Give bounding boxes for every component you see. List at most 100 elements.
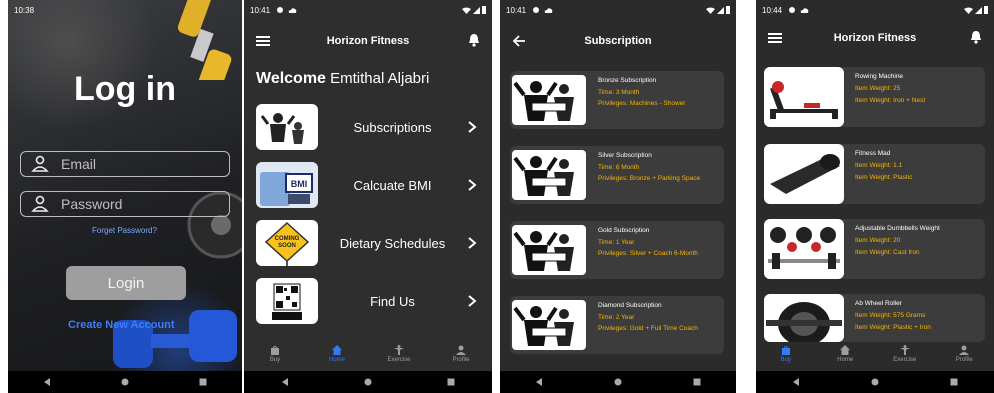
- cloud-icon: [544, 8, 553, 13]
- menu-item-subscriptions[interactable]: Subscriptions: [256, 104, 481, 150]
- bell-icon[interactable]: [970, 30, 982, 44]
- product-card-rowing-machine[interactable]: Rowing Machine Item Weight: 25 Item Weig…: [764, 67, 985, 127]
- bell-icon[interactable]: [468, 33, 480, 47]
- tab-home[interactable]: Home: [825, 345, 865, 371]
- android-nav-bar: [756, 371, 994, 393]
- menu-item-bmi[interactable]: BMI Calcuate BMI: [256, 162, 481, 208]
- chevron-right-icon: [468, 237, 477, 249]
- bag-icon: [781, 346, 790, 355]
- signal-icon: [975, 6, 982, 14]
- subscription-card-diamond[interactable]: Diamond Subscription Time: 2 Year Privil…: [510, 296, 724, 354]
- subscription-card-silver[interactable]: Silver Subscription Time: 6 Month Privil…: [510, 146, 724, 204]
- fitness-mat-image: [770, 154, 840, 194]
- status-bar: 10:44: [756, 0, 994, 20]
- back-nav-icon[interactable]: [281, 378, 289, 386]
- bodybuilder-icon: [513, 81, 574, 121]
- screen-title: Subscription: [584, 35, 652, 47]
- figure-icon: [394, 345, 404, 355]
- subscription-time: Time: 1 Year: [598, 239, 635, 246]
- product-card-ab-wheel[interactable]: Ab Wheel Roller Item Weight: 575 Grams I…: [764, 294, 985, 342]
- subscription-screen: 10:41 Subscription Bronze Subscription T…: [500, 0, 736, 393]
- recents-nav-icon[interactable]: [693, 378, 701, 386]
- gear-icon: [277, 7, 284, 13]
- subscription-time: Time: 6 Month: [598, 164, 640, 171]
- login-button[interactable]: Login: [66, 266, 186, 300]
- wifi-icon: [462, 7, 471, 14]
- email-field[interactable]: Email: [20, 151, 230, 177]
- bag-icon: [271, 346, 279, 355]
- tab-profile[interactable]: Profile: [944, 345, 984, 371]
- tab-buy[interactable]: Buy: [766, 345, 806, 371]
- status-time: 10:38: [14, 5, 35, 15]
- tab-label: Home: [837, 357, 854, 363]
- home-icon: [840, 345, 851, 355]
- chevron-right-icon: [468, 179, 477, 191]
- tab-label: Exercise: [893, 357, 917, 363]
- battery-icon: [726, 6, 730, 14]
- app-title: Horizon Fitness: [833, 32, 917, 44]
- gear-icon: [789, 7, 796, 13]
- cloud-icon: [288, 8, 297, 13]
- product-weight: Item Weight: 20: [855, 237, 901, 244]
- battery-icon: [482, 6, 486, 14]
- person-icon: [456, 345, 466, 355]
- subscription-name: Silver Subscription: [598, 152, 652, 159]
- product-card-fitness-mat[interactable]: Fitness Mad Item Weight: 1.1 Item Weight…: [764, 144, 985, 204]
- tab-label: Exercise: [387, 357, 411, 363]
- back-nav-icon[interactable]: [535, 378, 543, 386]
- signal-icon: [717, 6, 724, 14]
- tab-label: Home: [328, 357, 345, 363]
- recents-nav-icon[interactable]: [447, 378, 455, 386]
- email-placeholder: Email: [61, 156, 97, 172]
- android-nav-bar: [500, 371, 736, 393]
- product-name: Fitness Mad: [855, 150, 891, 157]
- product-name: Rowing Machine: [855, 73, 904, 80]
- status-time: 10:41: [250, 5, 271, 15]
- subscription-privileges: Privileges: Bronze + Parking Space: [598, 175, 701, 182]
- tab-profile[interactable]: Profile: [441, 345, 481, 371]
- home-nav-icon[interactable]: [614, 378, 622, 386]
- password-field[interactable]: Password: [20, 191, 230, 217]
- tab-exercise[interactable]: Exercise: [885, 345, 925, 371]
- person-icon: [31, 155, 49, 172]
- welcome-word: Welcome: [256, 70, 326, 87]
- tab-home[interactable]: Home: [317, 345, 357, 371]
- menu-item-label: Find Us: [370, 293, 415, 309]
- forgot-password-link[interactable]: Forget Password?: [92, 226, 157, 235]
- subscription-card-gold[interactable]: Gold Subscription Time: 1 Year Privilege…: [510, 221, 724, 279]
- home-nav-icon[interactable]: [871, 378, 879, 386]
- subscription-privileges: Privileges: Machines - Shower: [598, 100, 686, 107]
- tab-label: Buy: [269, 357, 281, 363]
- person-icon: [31, 195, 49, 212]
- coming-soon-sign-icon: COMING SOON: [264, 221, 310, 266]
- tab-exercise[interactable]: Exercise: [379, 345, 419, 371]
- android-nav-bar: [8, 371, 242, 393]
- status-bar: 10:41: [500, 0, 736, 20]
- tab-buy[interactable]: Buy: [255, 345, 295, 371]
- home-nav-icon[interactable]: [121, 378, 129, 386]
- subscription-privileges: Privileges: Gold + Full Time Coach: [598, 325, 698, 332]
- password-placeholder: Password: [61, 196, 123, 212]
- menu-item-dietary-schedules[interactable]: COMING SOON Dietary Schedules: [256, 220, 481, 266]
- recents-nav-icon[interactable]: [950, 378, 958, 386]
- product-weight: Item Weight: 1.1: [855, 162, 903, 169]
- create-account-link[interactable]: Create New Account: [68, 319, 175, 331]
- app-bar: Horizon Fitness: [756, 27, 994, 49]
- product-weight: Item Weight: 575 Grams: [855, 312, 926, 319]
- back-nav-icon[interactable]: [792, 378, 800, 386]
- subscription-card-bronze[interactable]: Bronze Subscription Time: 3 Month Privil…: [510, 71, 724, 129]
- battery-icon: [984, 6, 988, 14]
- bodybuilder-icon: [260, 113, 304, 144]
- app-bar: Horizon Fitness: [244, 30, 492, 52]
- wifi-icon: [706, 7, 715, 14]
- bottom-tab-bar: Buy Home Exercise Profile: [244, 345, 492, 371]
- menu-item-find-us[interactable]: Find Us: [256, 278, 481, 324]
- product-card-dumbbells[interactable]: Adjustable Dumbbells Weight Item Weight:…: [764, 219, 985, 279]
- back-nav-icon[interactable]: [43, 378, 51, 386]
- recents-nav-icon[interactable]: [199, 378, 207, 386]
- app-title: Horizon Fitness: [326, 35, 410, 47]
- tab-label: Buy: [780, 357, 791, 363]
- tab-label: Profile: [452, 357, 470, 363]
- home-nav-icon[interactable]: [364, 378, 372, 386]
- subscription-time: Time: 2 Year: [598, 314, 635, 321]
